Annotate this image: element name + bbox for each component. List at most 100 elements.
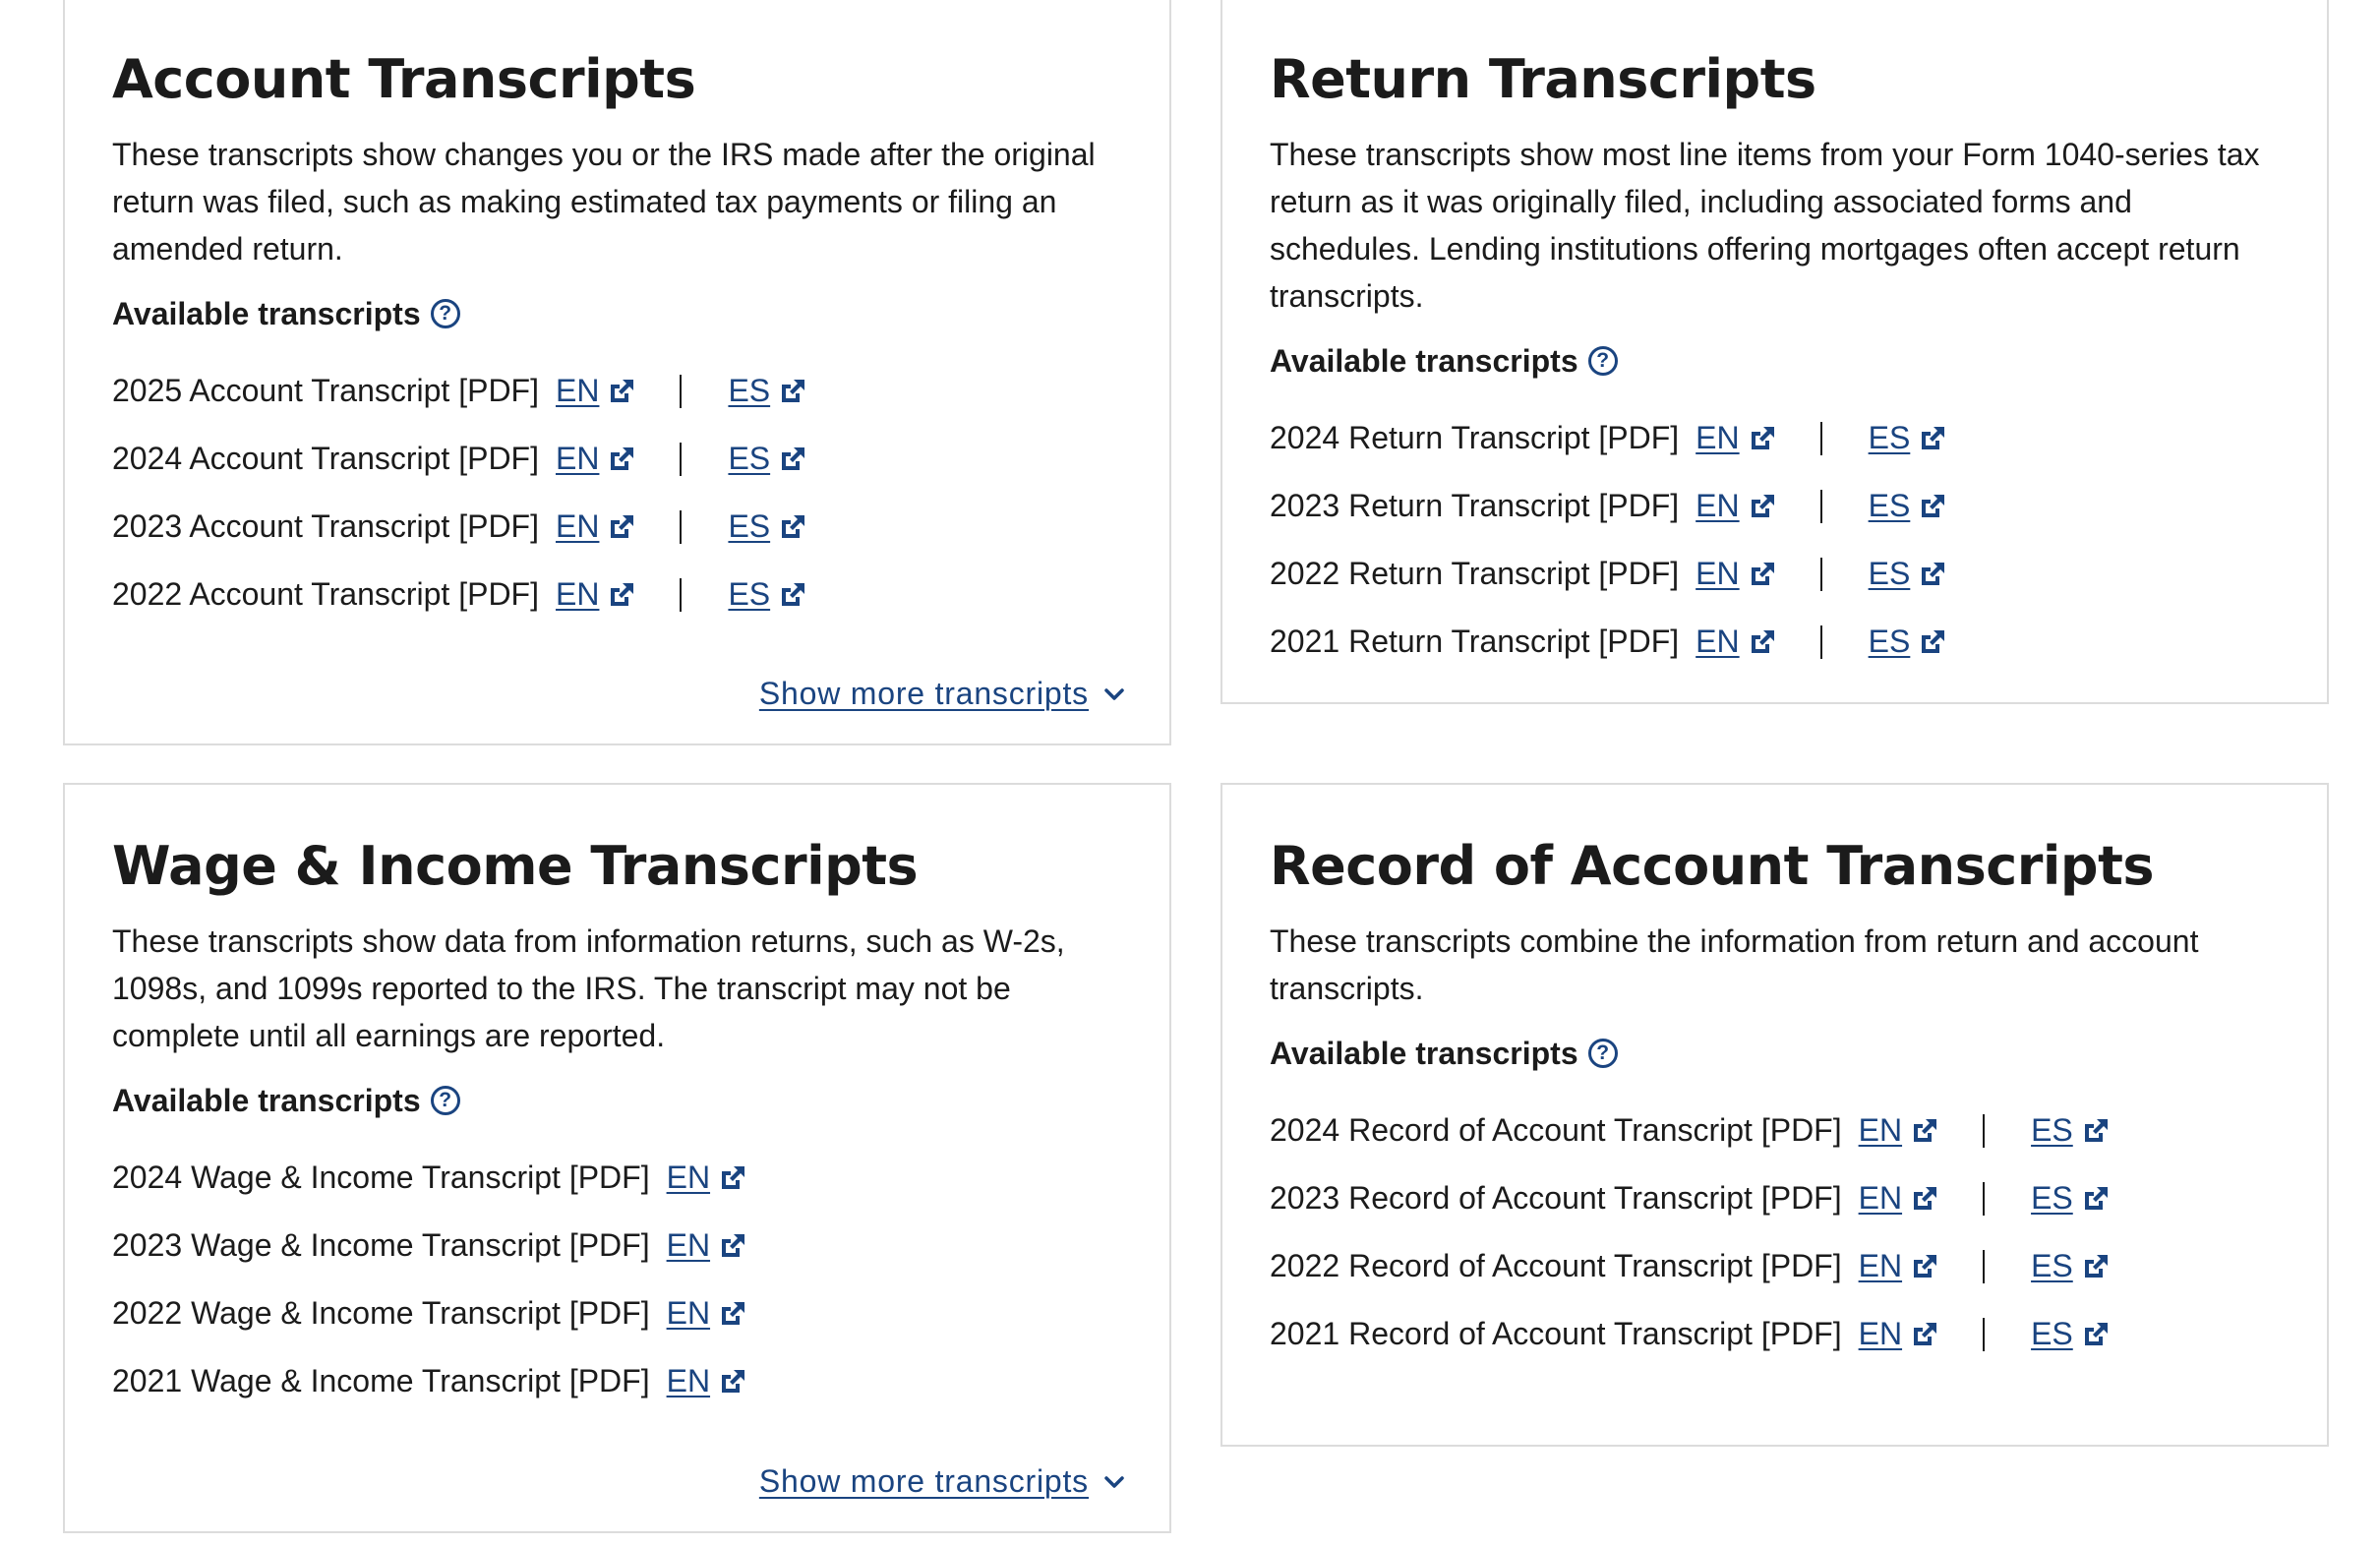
link-separator [680,577,683,612]
available-transcripts-label: Available transcripts [1270,342,1578,379]
available-transcripts-header: Available transcripts ? [1270,1032,2280,1075]
es-pdf-link-label: ES [1868,556,1911,591]
transcript-row: 2021 Return Transcript [PDF] EN ES [1270,608,2280,676]
card-title: Return Transcripts [1270,48,1816,110]
external-link-icon [1751,426,1774,449]
transcript-row: 2022 Record of Account Transcript [PDF] E… [1270,1232,2280,1300]
transcript-row: 2024 Record of Account Transcript [PDF] E… [1270,1097,2280,1164]
es-pdf-link[interactable]: ES [728,576,807,613]
return-transcripts-card: Return Transcripts These transcripts sho… [1220,0,2329,704]
link-separator [1983,1249,1986,1283]
en-pdf-link[interactable]: EN [667,1160,747,1196]
es-pdf-link[interactable]: ES [2031,1180,2111,1217]
en-pdf-link[interactable]: EN [667,1363,747,1399]
transcript-row: 2022 Account Transcript [PDF] EN ES [112,561,1122,628]
en-pdf-link[interactable]: EN [1859,1248,1939,1284]
en-pdf-link[interactable]: EN [667,1227,747,1264]
external-link-icon [722,1233,745,1257]
card-title: Wage & Income Transcripts [112,835,919,897]
external-link-icon [1751,562,1774,585]
en-pdf-link[interactable]: EN [1696,624,1776,660]
en-pdf-link[interactable]: EN [1696,488,1776,524]
link-separator [1819,557,1822,591]
external-link-icon [611,514,634,538]
en-pdf-link[interactable]: EN [556,576,636,613]
transcript-label: 2023 Wage & Income Transcript [PDF] [112,1227,650,1263]
es-pdf-link[interactable]: ES [728,508,807,545]
transcript-list: 2024 Wage & Income Transcript [PDF] EN 20… [112,1144,1122,1415]
show-more-label: Show more transcripts [758,676,1089,711]
transcript-label: 2022 Record of Account Transcript [PDF] [1270,1248,1842,1283]
es-pdf-link[interactable]: ES [728,373,807,409]
transcript-label: 2021 Wage & Income Transcript [PDF] [112,1363,650,1398]
en-pdf-link-label: EN [1858,1180,1903,1216]
external-link-icon [611,379,634,402]
en-pdf-link[interactable]: EN [1696,556,1776,592]
es-pdf-link[interactable]: ES [1869,624,1948,660]
en-pdf-link-label: EN [1696,556,1740,591]
available-transcripts-label: Available transcripts [1270,1035,1578,1071]
chevron-down-icon [1104,687,1124,700]
card-description: These transcripts show most line items f… [1270,137,2260,314]
link-separator [680,374,683,408]
en-pdf-link-label: EN [1858,1248,1903,1283]
es-pdf-link-label: ES [2031,1248,2073,1283]
help-icon[interactable]: ? [430,299,460,328]
en-pdf-link[interactable]: EN [1859,1112,1939,1149]
transcript-list: 2025 Account Transcript [PDF] EN ES 2024 … [112,357,1122,628]
external-link-icon [2084,1254,2108,1278]
external-link-icon [1914,1322,1937,1345]
link-separator [1983,1317,1986,1351]
es-pdf-link[interactable]: ES [1869,556,1948,592]
help-icon[interactable]: ? [1587,346,1618,376]
external-link-icon [611,582,634,606]
help-icon[interactable]: ? [1587,1039,1618,1068]
external-link-icon [1751,629,1774,653]
link-separator [1819,421,1822,455]
help-icon[interactable]: ? [430,1086,460,1115]
en-pdf-link[interactable]: EN [1696,420,1776,456]
en-pdf-link[interactable]: EN [556,441,636,477]
transcript-label: 2024 Account Transcript [PDF] [112,441,539,476]
es-pdf-link-label: ES [728,441,771,476]
transcript-label: 2022 Wage & Income Transcript [PDF] [112,1295,650,1331]
transcript-row: 2024 Return Transcript [PDF] EN ES [1270,404,2280,472]
en-pdf-link-label: EN [666,1160,711,1195]
external-link-icon [1922,562,1945,585]
show-more-transcripts-link[interactable]: Show more transcripts [759,1463,1128,1500]
link-separator [680,509,683,544]
transcript-row: 2023 Return Transcript [PDF] EN ES [1270,472,2280,540]
show-more-transcripts-link[interactable]: Show more transcripts [759,676,1128,712]
available-transcripts-header: Available transcripts ? [112,1079,1122,1122]
es-pdf-link-label: ES [728,508,771,544]
es-pdf-link[interactable]: ES [1869,488,1948,524]
es-pdf-link[interactable]: ES [2031,1112,2111,1149]
en-pdf-link[interactable]: EN [556,508,636,545]
en-pdf-link[interactable]: EN [556,373,636,409]
external-link-icon [611,446,634,470]
external-link-icon [1914,1118,1937,1142]
es-pdf-link[interactable]: ES [2031,1316,2111,1352]
available-transcripts-header: Available transcripts ? [112,292,1122,335]
transcript-label: 2022 Account Transcript [PDF] [112,576,539,612]
wage-income-transcripts-card: Wage & Income Transcripts These transcri… [63,783,1171,1533]
external-link-icon [722,1165,745,1189]
en-pdf-link[interactable]: EN [1859,1316,1939,1352]
en-pdf-link-label: EN [1696,624,1740,659]
es-pdf-link-label: ES [728,576,771,612]
available-transcripts-label: Available transcripts [112,1082,421,1118]
external-link-icon [1922,629,1945,653]
en-pdf-link-label: EN [1858,1112,1903,1148]
external-link-icon [782,446,805,470]
en-pdf-link[interactable]: EN [1859,1180,1939,1217]
es-pdf-link[interactable]: ES [1869,420,1948,456]
external-link-icon [2084,1322,2108,1345]
en-pdf-link-label: EN [1696,488,1740,523]
account-transcripts-card: Account Transcripts These transcripts sh… [63,0,1171,745]
transcript-label: 2023 Return Transcript [PDF] [1270,488,1680,523]
en-pdf-link-label: EN [555,373,600,408]
es-pdf-link[interactable]: ES [728,441,807,477]
es-pdf-link[interactable]: ES [2031,1248,2111,1284]
en-pdf-link[interactable]: EN [667,1295,747,1332]
external-link-icon [722,1369,745,1393]
